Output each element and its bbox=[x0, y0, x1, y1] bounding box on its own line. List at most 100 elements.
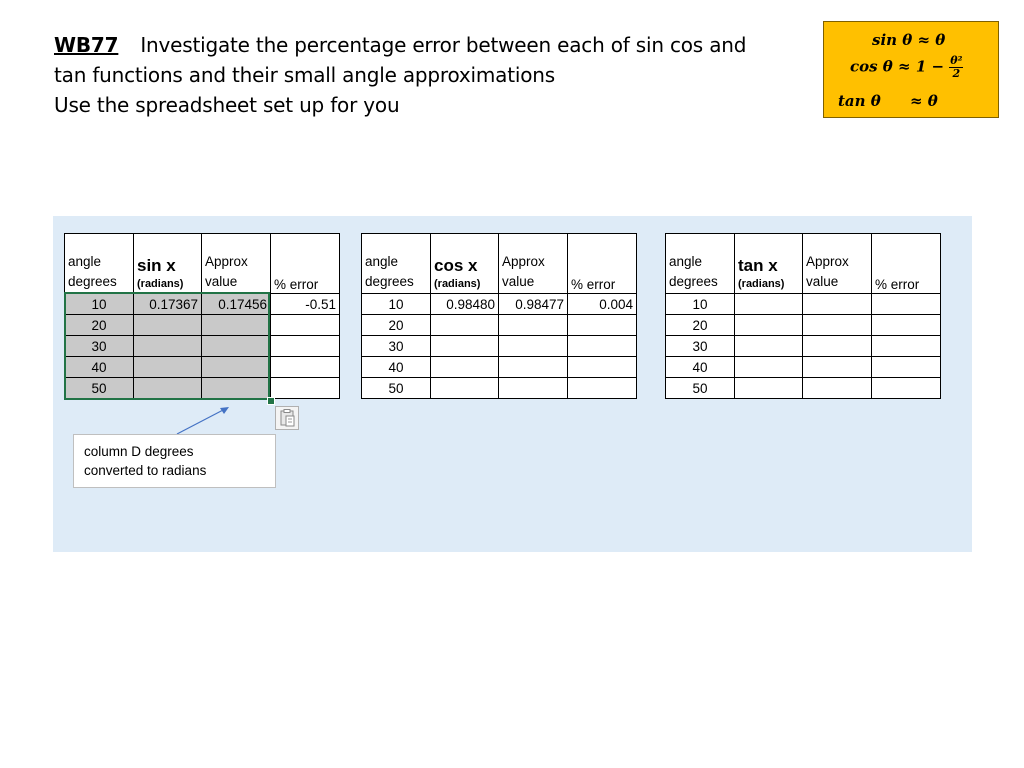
header-approx-value[interactable]: Approx value bbox=[498, 233, 568, 294]
cell-sin[interactable] bbox=[133, 314, 202, 336]
callout-note: column D degrees converted to radians bbox=[73, 434, 276, 488]
header-angle-label: angle bbox=[68, 254, 102, 269]
cell-error[interactable] bbox=[270, 377, 340, 399]
cell-degrees[interactable]: 30 bbox=[665, 335, 735, 357]
header-angle-label: angle bbox=[669, 254, 703, 269]
cell-approx[interactable] bbox=[201, 356, 271, 378]
callout-line-2: converted to radians bbox=[84, 463, 207, 478]
cell-cos[interactable] bbox=[430, 314, 499, 336]
cell-tan[interactable] bbox=[734, 356, 803, 378]
cell-degrees[interactable]: 40 bbox=[64, 356, 134, 378]
table-row: 50 bbox=[64, 377, 340, 399]
cell-error[interactable]: 0.004 bbox=[567, 293, 637, 315]
header-fn-label: cos x bbox=[434, 256, 478, 275]
cell-tan[interactable] bbox=[734, 314, 803, 336]
cell-degrees[interactable]: 20 bbox=[665, 314, 735, 336]
table-row: 10 0.17367 0.17456 -0.51 bbox=[64, 293, 340, 315]
cell-error[interactable]: -0.51 bbox=[270, 293, 340, 315]
cell-approx[interactable] bbox=[802, 356, 872, 378]
cell-tan[interactable] bbox=[734, 335, 803, 357]
cell-degrees[interactable]: 40 bbox=[665, 356, 735, 378]
cell-degrees[interactable]: 30 bbox=[361, 335, 431, 357]
tan-table: angle degrees tan x (radians) Approx value … bbox=[665, 233, 941, 399]
cell-degrees[interactable]: 10 bbox=[64, 293, 134, 315]
cell-error[interactable] bbox=[871, 293, 941, 315]
cell-sin[interactable]: 0.17367 bbox=[133, 293, 202, 315]
cell-approx[interactable] bbox=[498, 335, 568, 357]
cell-approx[interactable] bbox=[802, 293, 872, 315]
header-cos-x[interactable]: cos x (radians) bbox=[430, 233, 499, 294]
cell-degrees[interactable]: 10 bbox=[665, 293, 735, 315]
cell-error[interactable] bbox=[270, 356, 340, 378]
table-row: 40 bbox=[665, 356, 941, 378]
table-row: 30 bbox=[361, 335, 637, 357]
cell-error[interactable] bbox=[871, 356, 941, 378]
cell-sin[interactable] bbox=[133, 356, 202, 378]
header-value-label: value bbox=[502, 274, 535, 289]
title-block: WB77 Investigate the percentage error bet… bbox=[54, 30, 814, 120]
tan-approximation-rhs: ≈ θ bbox=[910, 92, 938, 110]
header-percent-error[interactable]: % error bbox=[567, 233, 637, 294]
table-row: 10 0.98480 0.98477 0.004 bbox=[361, 293, 637, 315]
cell-approx[interactable] bbox=[201, 377, 271, 399]
cell-approx[interactable] bbox=[498, 356, 568, 378]
cell-approx[interactable]: 0.98477 bbox=[498, 293, 568, 315]
cell-cos[interactable] bbox=[430, 335, 499, 357]
table-row: 40 bbox=[64, 356, 340, 378]
cell-sin[interactable] bbox=[133, 335, 202, 357]
cell-approx[interactable] bbox=[201, 335, 271, 357]
cell-degrees[interactable]: 50 bbox=[64, 377, 134, 399]
cell-error[interactable] bbox=[567, 314, 637, 336]
fill-handle[interactable] bbox=[267, 397, 275, 405]
sin-approximation: sin θ ≈ θ bbox=[872, 31, 946, 49]
cos-approximation: cos θ ≈ 1 − θ² 2 bbox=[850, 55, 964, 80]
cell-error[interactable] bbox=[567, 356, 637, 378]
cell-degrees[interactable]: 20 bbox=[361, 314, 431, 336]
cell-degrees[interactable]: 40 bbox=[361, 356, 431, 378]
paste-options-icon[interactable] bbox=[275, 406, 299, 430]
header-angle-degrees[interactable]: angle degrees bbox=[361, 233, 431, 294]
table-row: 20 bbox=[665, 314, 941, 336]
cell-error[interactable] bbox=[567, 335, 637, 357]
cell-error[interactable] bbox=[871, 335, 941, 357]
cell-degrees[interactable]: 30 bbox=[64, 335, 134, 357]
table-row: 50 bbox=[665, 377, 941, 399]
header-angle-degrees[interactable]: angle degrees bbox=[665, 233, 735, 294]
cell-approx[interactable] bbox=[201, 314, 271, 336]
header-tan-x[interactable]: tan x (radians) bbox=[734, 233, 803, 294]
cell-degrees[interactable]: 50 bbox=[361, 377, 431, 399]
cell-error[interactable] bbox=[270, 335, 340, 357]
cell-error[interactable] bbox=[871, 377, 941, 399]
header-percent-error[interactable]: % error bbox=[871, 233, 941, 294]
cell-tan[interactable] bbox=[734, 377, 803, 399]
header-degrees-label: degrees bbox=[68, 274, 117, 289]
sin-table: angle degrees sin x (radians) Approx value … bbox=[64, 233, 340, 399]
header-percent-error[interactable]: % error bbox=[270, 233, 340, 294]
cos-fraction: θ² 2 bbox=[949, 55, 964, 80]
cell-approx[interactable] bbox=[802, 314, 872, 336]
cell-cos[interactable] bbox=[430, 377, 499, 399]
header-sin-x[interactable]: sin x (radians) bbox=[133, 233, 202, 294]
cell-degrees[interactable]: 10 bbox=[361, 293, 431, 315]
cell-tan[interactable] bbox=[734, 293, 803, 315]
cell-degrees[interactable]: 20 bbox=[64, 314, 134, 336]
cell-cos[interactable]: 0.98480 bbox=[430, 293, 499, 315]
title-line-2: tan functions and their small angle appr… bbox=[54, 63, 555, 87]
table-row: 40 bbox=[361, 356, 637, 378]
cell-approx[interactable] bbox=[802, 377, 872, 399]
header-angle-degrees[interactable]: angle degrees bbox=[64, 233, 134, 294]
cell-sin[interactable] bbox=[133, 377, 202, 399]
cell-error[interactable] bbox=[871, 314, 941, 336]
tan-approximation-lhs: tan θ bbox=[838, 92, 881, 110]
cell-degrees[interactable]: 50 bbox=[665, 377, 735, 399]
cell-approx[interactable] bbox=[498, 377, 568, 399]
cell-cos[interactable] bbox=[430, 356, 499, 378]
header-approx-value[interactable]: Approx value bbox=[802, 233, 872, 294]
cell-approx[interactable] bbox=[498, 314, 568, 336]
cell-error[interactable] bbox=[567, 377, 637, 399]
cell-error[interactable] bbox=[270, 314, 340, 336]
header-approx-value[interactable]: Approx value bbox=[201, 233, 271, 294]
cell-approx[interactable] bbox=[802, 335, 872, 357]
cell-approx[interactable]: 0.17456 bbox=[201, 293, 271, 315]
table-row: 10 bbox=[665, 293, 941, 315]
